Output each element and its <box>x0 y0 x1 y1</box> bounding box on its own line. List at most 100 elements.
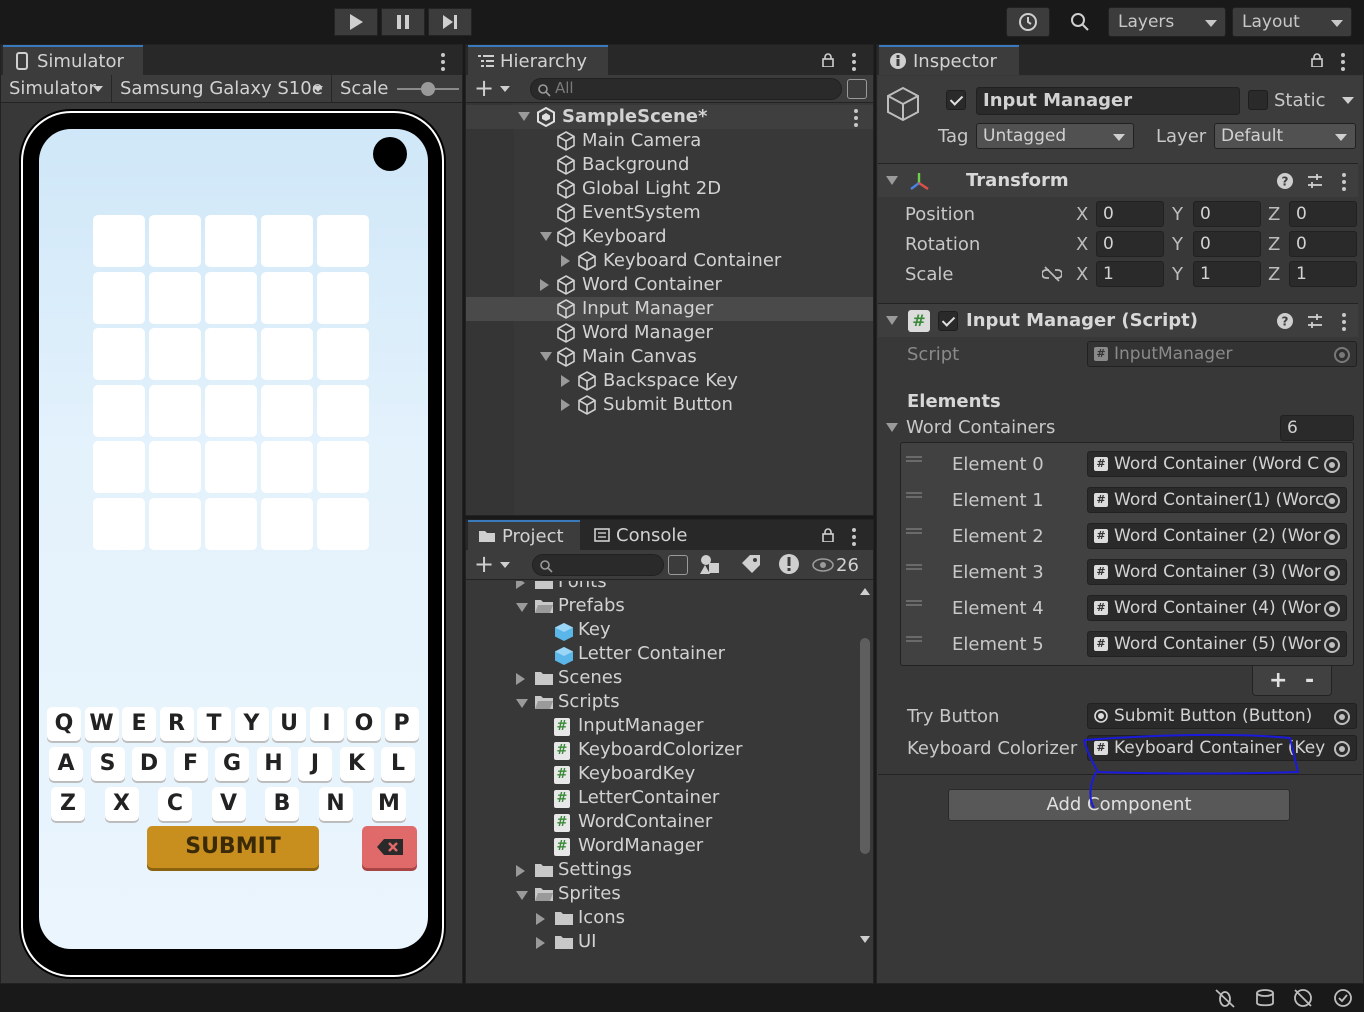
key-d[interactable]: D <box>132 747 166 781</box>
active-checkbox[interactable] <box>946 90 966 110</box>
key-j[interactable]: J <box>298 747 332 781</box>
expand-arrow-icon[interactable] <box>516 673 525 685</box>
key-r[interactable]: R <box>159 707 194 741</box>
project-item[interactable]: # KeyboardKey <box>466 763 856 787</box>
tab-console[interactable]: Console <box>584 520 704 550</box>
expand-arrow-icon[interactable] <box>516 581 525 589</box>
transform-y-field[interactable]: 0 <box>1193 201 1261 227</box>
hierarchy-item[interactable]: Main Camera <box>466 129 873 153</box>
transform-x-field[interactable]: 1 <box>1096 261 1164 287</box>
filter-label-button[interactable] <box>740 553 768 577</box>
object-picker-icon[interactable] <box>1324 637 1340 653</box>
submit-button[interactable]: SUBMIT <box>147 826 319 868</box>
project-item[interactable]: Scenes <box>466 667 856 691</box>
transform-z-field[interactable]: 1 <box>1289 261 1357 287</box>
expand-arrow-icon[interactable] <box>561 255 570 267</box>
project-item[interactable]: # WordContainer <box>466 811 856 835</box>
transform-y-field[interactable]: 0 <box>1193 231 1261 257</box>
project-item[interactable]: # KeyboardColorizer <box>466 739 856 763</box>
search-by-type-icon[interactable] <box>668 555 688 575</box>
drag-handle-icon[interactable] <box>906 564 922 570</box>
transform-z-field[interactable]: 0 <box>1289 201 1357 227</box>
project-item[interactable]: Letter Container <box>466 643 856 667</box>
lock-icon[interactable] <box>1311 53 1323 67</box>
object-picker-icon[interactable] <box>1334 709 1350 725</box>
key-e[interactable]: E <box>122 707 156 741</box>
project-item[interactable]: Icons <box>466 907 856 931</box>
create-plus-icon[interactable]: + <box>474 552 494 576</box>
drag-handle-icon[interactable] <box>906 600 922 606</box>
key-g[interactable]: G <box>215 747 249 781</box>
transform-x-field[interactable]: 0 <box>1096 231 1164 257</box>
project-item[interactable]: Key <box>466 619 856 643</box>
tab-inspector[interactable]: Inspector <box>879 45 1019 75</box>
key-p[interactable]: P <box>384 707 419 741</box>
database-icon[interactable] <box>1254 988 1276 1008</box>
scrollbar-thumb[interactable] <box>860 638 870 854</box>
key-i[interactable]: I <box>309 707 344 741</box>
help-icon[interactable]: ? <box>1276 312 1294 330</box>
tag-dropdown[interactable]: Untagged <box>976 123 1134 149</box>
drag-handle-icon[interactable] <box>906 492 922 498</box>
backspace-button[interactable] <box>362 826 417 868</box>
scale-slider-thumb[interactable] <box>421 82 435 96</box>
key-b[interactable]: B <box>265 787 299 821</box>
play-button[interactable] <box>334 8 378 36</box>
hierarchy-item[interactable]: Background <box>466 153 873 177</box>
key-n[interactable]: N <box>318 787 353 821</box>
static-checkbox[interactable] <box>1248 90 1268 110</box>
element-object-field[interactable]: # Word Container(1) (Worc <box>1087 487 1347 513</box>
tab-project[interactable]: Project <box>468 520 580 550</box>
more-options-icon[interactable] <box>1342 313 1346 334</box>
hierarchy-item[interactable]: EventSystem <box>466 201 873 225</box>
more-options-icon[interactable] <box>441 53 445 74</box>
hidden-packages-toggle[interactable]: 26 <box>812 553 859 577</box>
expand-arrow-icon[interactable] <box>518 112 530 121</box>
drag-handle-icon[interactable] <box>906 636 922 642</box>
key-a[interactable]: A <box>49 747 83 781</box>
lock-icon[interactable] <box>822 53 834 67</box>
expand-arrow-icon[interactable] <box>536 913 545 925</box>
project-scrollbar[interactable] <box>858 586 872 954</box>
try-button-field[interactable]: Submit Button (Button) <box>1087 703 1357 729</box>
key-t[interactable]: T <box>197 707 231 741</box>
add-element-button[interactable]: + <box>1269 668 1287 693</box>
key-m[interactable]: M <box>372 787 406 821</box>
device-dropdown[interactable]: Samsung Galaxy S10e <box>120 78 323 99</box>
key-o[interactable]: O <box>347 707 381 741</box>
element-object-field[interactable]: # Word Container (Word C <box>1087 451 1347 477</box>
filter-type-button[interactable] <box>698 553 730 577</box>
key-y[interactable]: Y <box>234 707 269 741</box>
collapse-arrow-icon[interactable] <box>516 891 528 900</box>
element-object-field[interactable]: # Word Container (3) (Wor <box>1087 559 1347 585</box>
object-picker-icon[interactable] <box>1324 529 1340 545</box>
collapse-arrow-icon[interactable] <box>516 603 528 612</box>
more-options-icon[interactable] <box>854 109 858 130</box>
object-picker-icon[interactable] <box>1324 493 1340 509</box>
mode-dropdown[interactable]: Simulator <box>9 78 96 99</box>
hierarchy-item[interactable]: Backspace Key <box>466 369 873 393</box>
transform-y-field[interactable]: 1 <box>1193 261 1261 287</box>
key-u[interactable]: U <box>272 707 306 741</box>
scroll-up-icon[interactable] <box>860 588 870 595</box>
project-item[interactable]: # WordManager <box>466 835 856 859</box>
collapse-arrow-icon[interactable] <box>886 176 898 185</box>
layout-dropdown[interactable]: Layout <box>1232 7 1352 37</box>
project-item[interactable]: # LetterContainer <box>466 787 856 811</box>
collapse-arrow-icon[interactable] <box>540 232 552 241</box>
hierarchy-item[interactable]: Keyboard <box>466 225 873 249</box>
bug-off-icon[interactable] <box>1214 988 1236 1008</box>
more-options-icon[interactable] <box>852 53 856 74</box>
project-item[interactable]: Sprites <box>466 883 856 907</box>
key-f[interactable]: F <box>173 747 208 781</box>
presets-icon[interactable] <box>1306 312 1324 330</box>
transform-x-field[interactable]: 0 <box>1096 201 1164 227</box>
history-button[interactable] <box>1006 7 1050 37</box>
chevron-down-icon[interactable] <box>1342 97 1354 104</box>
key-s[interactable]: S <box>90 747 125 781</box>
unlink-icon[interactable] <box>1042 266 1062 282</box>
expand-arrow-icon[interactable] <box>561 375 570 387</box>
component-enabled-checkbox[interactable] <box>938 311 958 331</box>
collapse-arrow-icon[interactable] <box>886 316 898 325</box>
lock-icon[interactable] <box>822 528 834 542</box>
